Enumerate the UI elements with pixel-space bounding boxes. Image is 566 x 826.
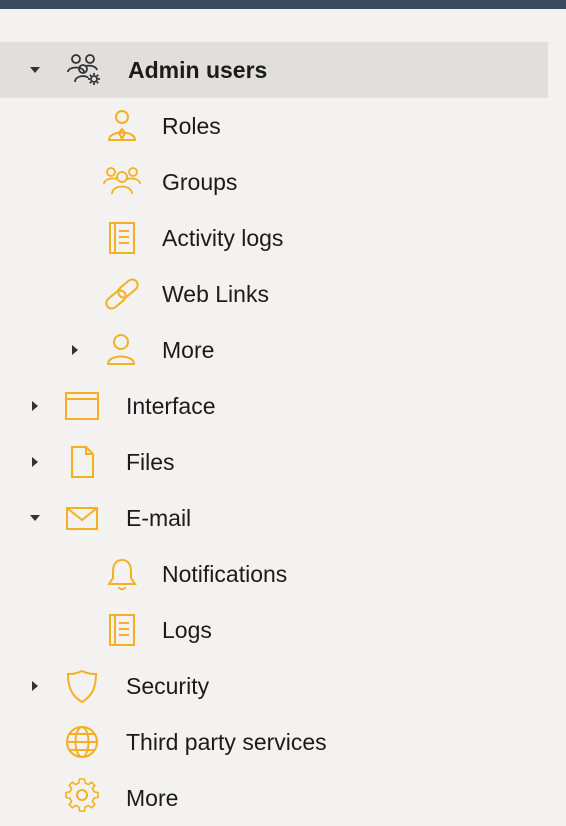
- caret-down-icon[interactable]: [28, 511, 42, 525]
- tree-item-roles[interactable]: Roles: [0, 98, 566, 154]
- tree-item-more[interactable]: More: [0, 770, 566, 826]
- log-book-icon: [102, 218, 142, 258]
- tree-item-label: Security: [126, 673, 210, 699]
- user-tie-icon: [102, 106, 142, 146]
- group-icon: [102, 162, 142, 202]
- caret-right-icon[interactable]: [68, 343, 82, 357]
- tree-item-admin-users[interactable]: Admin users: [0, 42, 548, 98]
- user-icon: [101, 330, 141, 370]
- tree-item-label: Files: [126, 449, 175, 475]
- file-icon: [62, 442, 102, 482]
- tree-item-email[interactable]: E-mail: [0, 490, 566, 546]
- tree-item-groups[interactable]: Groups: [0, 154, 566, 210]
- tree-item-web-links[interactable]: Web Links: [0, 266, 566, 322]
- users-gear-icon: [64, 50, 104, 90]
- top-bar: [0, 0, 566, 9]
- tree-item-label: Roles: [162, 113, 221, 139]
- tree-item-label: More: [162, 337, 215, 363]
- tree-item-label: Web Links: [162, 281, 269, 307]
- shield-icon: [62, 666, 102, 706]
- window-icon: [62, 386, 102, 426]
- caret-right-icon[interactable]: [28, 399, 42, 413]
- tree-item-label: More: [126, 785, 179, 811]
- tree-item-label: Third party services: [126, 729, 327, 755]
- tree-item-label: E-mail: [126, 505, 192, 531]
- tree-item-security[interactable]: Security: [0, 658, 566, 714]
- caret-down-icon[interactable]: [28, 63, 42, 77]
- caret-right-icon[interactable]: [28, 679, 42, 693]
- tree-item-label: Admin users: [128, 57, 268, 83]
- tree-item-label: Notifications: [162, 561, 288, 587]
- link-icon: [102, 274, 142, 314]
- envelope-icon: [62, 498, 102, 538]
- tree-item-notifications[interactable]: Notifications: [0, 546, 566, 602]
- tree-item-logs[interactable]: Logs: [0, 602, 566, 658]
- tree-item-label: Activity logs: [162, 225, 284, 251]
- globe-icon: [62, 722, 102, 762]
- tree-item-label: Interface: [126, 393, 216, 419]
- tree-item-label: Groups: [162, 169, 238, 195]
- caret-right-icon[interactable]: [28, 455, 42, 469]
- gear-icon: [62, 778, 102, 818]
- tree-item-third-party-services[interactable]: Third party services: [0, 714, 566, 770]
- tree-item-more-users[interactable]: More: [0, 322, 566, 378]
- tree-item-interface[interactable]: Interface: [0, 378, 566, 434]
- navigation-tree: Admin users Roles Groups Activity logs W…: [0, 42, 566, 826]
- bell-icon: [102, 554, 142, 594]
- tree-item-files[interactable]: Files: [0, 434, 566, 490]
- tree-item-activity-logs[interactable]: Activity logs: [0, 210, 566, 266]
- log-book-icon: [102, 610, 142, 650]
- tree-item-label: Logs: [162, 617, 212, 643]
